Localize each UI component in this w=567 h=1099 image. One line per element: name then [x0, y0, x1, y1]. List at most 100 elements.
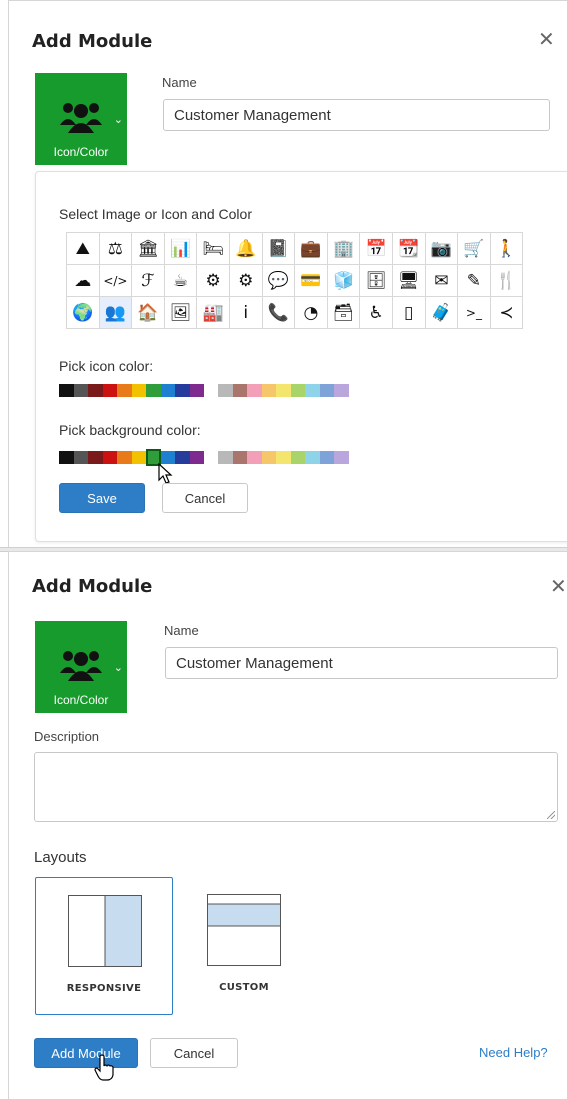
icon-option[interactable]: 🖥	[392, 265, 426, 297]
color-swatch[interactable]	[276, 384, 291, 397]
chevron-down-icon: ⌄	[113, 661, 123, 674]
color-swatch[interactable]	[175, 384, 190, 397]
add-module-button[interactable]: Add Module	[34, 1038, 138, 1068]
icon-option[interactable]: ℱ	[132, 265, 165, 297]
icon-option[interactable]: 💼	[295, 233, 328, 265]
icon-option[interactable]: 🛏	[197, 233, 230, 265]
color-swatch[interactable]	[131, 451, 146, 464]
icon-option[interactable]: 🏠	[132, 297, 165, 329]
close-icon[interactable]: ✕	[550, 576, 567, 596]
icon-option[interactable]: 🗄	[360, 265, 393, 297]
icon-option[interactable]: 💬	[262, 265, 296, 297]
icon-color-swatches	[59, 384, 349, 397]
color-swatch[interactable]	[59, 384, 74, 397]
color-swatch[interactable]	[73, 451, 88, 464]
color-swatch[interactable]	[160, 384, 175, 397]
icon-option[interactable]: ≺	[490, 297, 524, 329]
name-input[interactable]: Customer Management	[165, 647, 558, 679]
icon-option[interactable]: 🧊	[327, 265, 361, 297]
icon-option[interactable]: 🏢	[327, 233, 361, 265]
icon-option[interactable]: 🖼	[164, 297, 198, 329]
color-swatch[interactable]	[305, 384, 320, 397]
color-swatch[interactable]	[290, 384, 305, 397]
icon-option[interactable]: 🏛	[132, 233, 165, 265]
layout-option-custom[interactable]: CUSTOM	[188, 877, 326, 1015]
color-swatch[interactable]	[117, 384, 132, 397]
icon-color-tile[interactable]: ⌄ Icon/Color	[35, 73, 127, 165]
color-swatch[interactable]	[319, 451, 334, 464]
icon-option[interactable]: ☕	[164, 265, 198, 297]
icon-option[interactable]: ✉	[425, 265, 459, 297]
color-swatch[interactable]	[218, 384, 233, 397]
icon-option[interactable]: ♿	[360, 297, 393, 329]
icon-option[interactable]: 🧳	[425, 297, 459, 329]
icon-option[interactable]: ⚙	[197, 265, 230, 297]
layout-option-responsive[interactable]: RESPONSIVE	[35, 877, 173, 1015]
cancel-button[interactable]: Cancel	[162, 483, 248, 513]
color-swatch[interactable]	[218, 451, 233, 464]
chevron-down-icon: ⌄	[113, 113, 123, 126]
icon-option[interactable]: 🛒	[458, 233, 491, 265]
color-swatch[interactable]	[146, 384, 161, 397]
color-swatch[interactable]	[102, 451, 117, 464]
color-swatch[interactable]	[276, 451, 291, 464]
icon-option[interactable]: 💳	[295, 265, 328, 297]
close-icon[interactable]: ✕	[538, 29, 555, 49]
icon-option[interactable]: ✎	[458, 265, 491, 297]
icon-option[interactable]: ◔	[295, 297, 328, 329]
color-swatch[interactable]	[73, 384, 88, 397]
icon-option[interactable]: ▯	[392, 297, 426, 329]
name-input[interactable]: Customer Management	[163, 99, 550, 131]
icon-option[interactable]: ☁	[67, 265, 100, 297]
bg-color-swatches	[59, 449, 349, 466]
color-swatch[interactable]	[247, 384, 262, 397]
color-swatch[interactable]	[261, 384, 276, 397]
icon-option[interactable]: ⛰	[67, 233, 100, 265]
icon-option[interactable]: 🗃	[327, 297, 361, 329]
icon-option[interactable]: 👥	[99, 297, 133, 329]
icon-color-tile[interactable]: ⌄ Icon/Color	[35, 621, 127, 713]
color-swatch[interactable]	[290, 451, 305, 464]
icon-option[interactable]: 📆	[392, 233, 426, 265]
color-swatch[interactable]	[175, 451, 190, 464]
tile-label: Icon/Color	[53, 145, 109, 159]
color-swatch[interactable]	[232, 384, 247, 397]
icon-option[interactable]: 📊	[164, 233, 198, 265]
icon-option[interactable]: </>	[99, 265, 133, 297]
icon-option[interactable]: 🏭	[197, 297, 230, 329]
color-swatch[interactable]	[59, 451, 74, 464]
color-swatch[interactable]	[305, 451, 320, 464]
resize-handle-icon[interactable]	[547, 811, 555, 819]
icon-option[interactable]: 🚶	[490, 233, 524, 265]
color-swatch[interactable]	[319, 384, 334, 397]
icon-option[interactable]: >_	[458, 297, 491, 329]
color-swatch[interactable]	[189, 384, 204, 397]
icon-option[interactable]: 🌍	[67, 297, 100, 329]
color-swatch[interactable]	[102, 384, 117, 397]
icon-option[interactable]: ⚖	[99, 233, 133, 265]
color-swatch[interactable]	[189, 451, 204, 464]
color-swatch[interactable]	[247, 451, 262, 464]
hand-cursor-icon	[94, 1054, 114, 1081]
icon-option[interactable]: 📞	[262, 297, 296, 329]
icon-option[interactable]: 🔔	[229, 233, 263, 265]
color-swatch[interactable]	[88, 451, 103, 464]
description-textarea[interactable]	[34, 752, 558, 822]
icon-option[interactable]: ⚙	[229, 265, 263, 297]
icon-option[interactable]: i	[229, 297, 263, 329]
color-swatch[interactable]	[117, 451, 132, 464]
color-swatch[interactable]	[334, 451, 349, 464]
color-swatch[interactable]	[232, 451, 247, 464]
description-label: Description	[34, 729, 100, 744]
cancel-button[interactable]: Cancel	[150, 1038, 238, 1068]
need-help-link[interactable]: Need Help?	[479, 1045, 548, 1060]
icon-option[interactable]: 📅	[360, 233, 393, 265]
icon-option[interactable]: 📓	[262, 233, 296, 265]
color-swatch[interactable]	[131, 384, 146, 397]
icon-option[interactable]: 📷	[425, 233, 459, 265]
color-swatch[interactable]	[334, 384, 349, 397]
save-button[interactable]: Save	[59, 483, 145, 513]
icon-option[interactable]: 🍴	[490, 265, 524, 297]
color-swatch[interactable]	[88, 384, 103, 397]
color-swatch[interactable]	[261, 451, 276, 464]
